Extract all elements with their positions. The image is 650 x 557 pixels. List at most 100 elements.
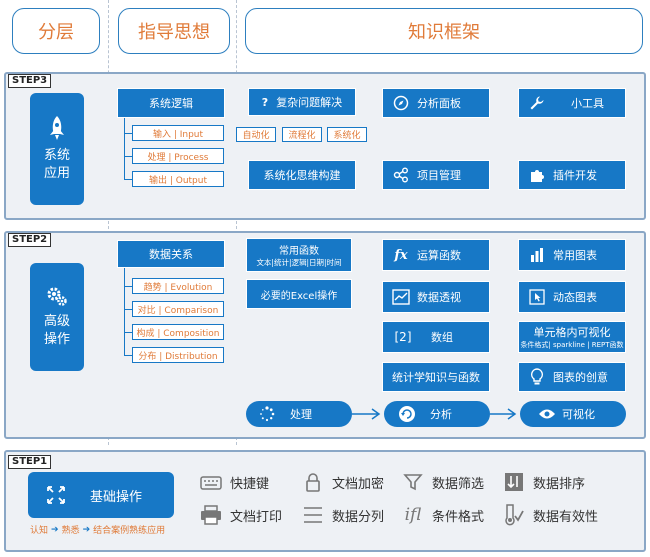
step2-main-line1: 高级 xyxy=(43,314,70,329)
path-step-2: 熟悉 xyxy=(61,526,80,536)
question-icon: ? xyxy=(261,95,269,109)
tool-shortcut-label: 快捷键 xyxy=(230,476,270,492)
common-charts-label: 常用图表 xyxy=(553,249,597,262)
path-step-1: 认知 xyxy=(30,526,49,536)
header-framework: 知识框架 xyxy=(245,8,643,54)
sort-icon xyxy=(503,472,525,492)
system-logic-title: 系统逻辑 xyxy=(149,97,193,110)
split-lines-icon xyxy=(302,505,324,525)
compass-icon xyxy=(391,95,411,111)
plugin-dev-box: 插件开发 xyxy=(518,160,626,190)
step2-tag: STEP2 xyxy=(8,233,52,247)
dynamic-charts-box: 动态图表 xyxy=(518,281,626,313)
header-layer: 分层 xyxy=(12,8,100,54)
tool-split: 数据分列 xyxy=(302,505,384,525)
chart-creative-box: 图表的创意 xyxy=(518,362,626,392)
flow-process-pill: 处理 xyxy=(246,401,352,427)
calc-functions-label: 运算函数 xyxy=(417,249,461,262)
excel-ops-label: 必要的Excel操作 xyxy=(260,290,338,302)
filter-icon xyxy=(402,472,424,492)
connector-line xyxy=(124,118,125,180)
header-framework-label: 知识框架 xyxy=(408,22,480,43)
data-relation-title: 数据关系 xyxy=(149,248,193,261)
cell-viz-box: 单元格内可视化 条件格式| sparkline | REPT函数 xyxy=(518,321,626,353)
project-management-box: 项目管理 xyxy=(382,160,490,190)
common-functions-box: 常用函数 文本|统计|逻辑|日期|时间 xyxy=(246,238,352,272)
puzzle-icon xyxy=(527,167,547,183)
common-functions-sub: 文本|统计|逻辑|日期|时间 xyxy=(256,258,342,267)
printer-icon xyxy=(200,505,222,525)
lock-icon xyxy=(302,472,324,492)
tool-encrypt-label: 文档加密 xyxy=(332,476,385,492)
header-layer-label: 分层 xyxy=(38,22,74,43)
connector-line xyxy=(124,179,132,180)
step3-main-line2: 应用 xyxy=(43,166,70,181)
common-charts-box: 常用图表 xyxy=(518,239,626,271)
flow-analysis-label: 分析 xyxy=(430,408,452,421)
conditional-format-icon: ifl xyxy=(404,505,422,525)
rocket-icon xyxy=(50,116,64,140)
relation-item-comparison: 对比 | Comparison xyxy=(132,301,224,317)
step1-tag: STEP1 xyxy=(8,455,52,469)
pointer-icon xyxy=(527,289,547,305)
keyboard-icon xyxy=(200,472,222,492)
bar-chart-icon xyxy=(527,247,547,263)
header-guide-label: 指导思想 xyxy=(138,22,210,43)
analysis-dashboard-label: 分析面板 xyxy=(417,97,461,110)
flow-analysis-pill: 分析 xyxy=(384,401,490,427)
flow-visualization-pill: 可视化 xyxy=(520,401,626,427)
arrow-icon xyxy=(352,408,381,420)
spinner-icon xyxy=(260,406,275,422)
connector-line xyxy=(124,355,132,356)
statistics-label: 统计学知识与函数 xyxy=(392,371,480,384)
fx-icon: fx xyxy=(394,247,408,263)
common-functions-title: 常用函数 xyxy=(279,246,319,257)
logic-item-input: 输入 | Input xyxy=(132,125,224,141)
tag-process: 流程化 xyxy=(282,127,322,142)
gears-icon xyxy=(47,287,67,306)
step3-main-line1: 系统 xyxy=(43,148,70,163)
share-nodes-icon xyxy=(391,167,411,183)
step3-tag: STEP3 xyxy=(8,74,52,88)
tool-filter: 数据筛选 xyxy=(402,472,484,492)
arrow-right-icon: ➔ xyxy=(51,524,59,535)
tool-print: 文档打印 xyxy=(200,505,282,525)
connector-line xyxy=(124,156,132,157)
connector-line xyxy=(124,309,132,310)
system-logic-box: 系统逻辑 xyxy=(117,88,225,118)
relation-item-distribution: 分布 | Distribution xyxy=(132,347,224,363)
array-bracket-icon: [2] xyxy=(394,330,412,344)
array-label: 数组 xyxy=(431,331,453,344)
system-thinking-label: 系统化思维构建 xyxy=(263,169,341,182)
tool-conditional-format: ifl 条件格式 xyxy=(402,505,484,525)
tool-sort-label: 数据排序 xyxy=(533,476,586,492)
tag-system: 系统化 xyxy=(327,127,367,142)
connector-line xyxy=(124,133,132,134)
basic-ops-box: 基础操作 xyxy=(28,472,174,518)
cell-viz-title: 单元格内可视化 xyxy=(533,326,611,339)
arrow-right-icon: ➔ xyxy=(82,524,91,535)
relation-item-composition: 构成 | Composition xyxy=(132,324,224,340)
tool-sort: 数据排序 xyxy=(503,472,585,492)
analysis-dashboard-box: 分析面板 xyxy=(382,88,490,118)
flow-visualization-label: 可视化 xyxy=(562,408,595,421)
eye-icon xyxy=(539,409,555,419)
line-chart-icon xyxy=(391,289,411,305)
validation-icon xyxy=(503,504,525,526)
tool-shortcut: 快捷键 xyxy=(200,472,269,492)
system-thinking-box: 系统化思维构建 xyxy=(248,160,356,190)
complex-problem-box: ? 复杂问题解决 xyxy=(248,88,356,116)
cell-viz-sub: 条件格式| sparkline | REPT函数 xyxy=(520,341,624,349)
flow-process-label: 处理 xyxy=(290,408,312,421)
tool-validation: 数据有效性 xyxy=(503,504,599,526)
dynamic-charts-label: 动态图表 xyxy=(553,291,597,304)
refresh-icon xyxy=(399,406,415,422)
tool-validation-label: 数据有效性 xyxy=(533,509,599,525)
statistics-box: 统计学知识与函数 xyxy=(382,362,490,392)
step2-main-box: 高级 操作 xyxy=(30,263,84,371)
tool-filter-label: 数据筛选 xyxy=(432,476,485,492)
pivot-box: 数据透视 xyxy=(382,281,490,313)
wrench-icon xyxy=(527,95,547,111)
step3-main-box: 系统 应用 xyxy=(30,93,84,205)
basic-ops-label: 基础操作 xyxy=(90,489,143,505)
